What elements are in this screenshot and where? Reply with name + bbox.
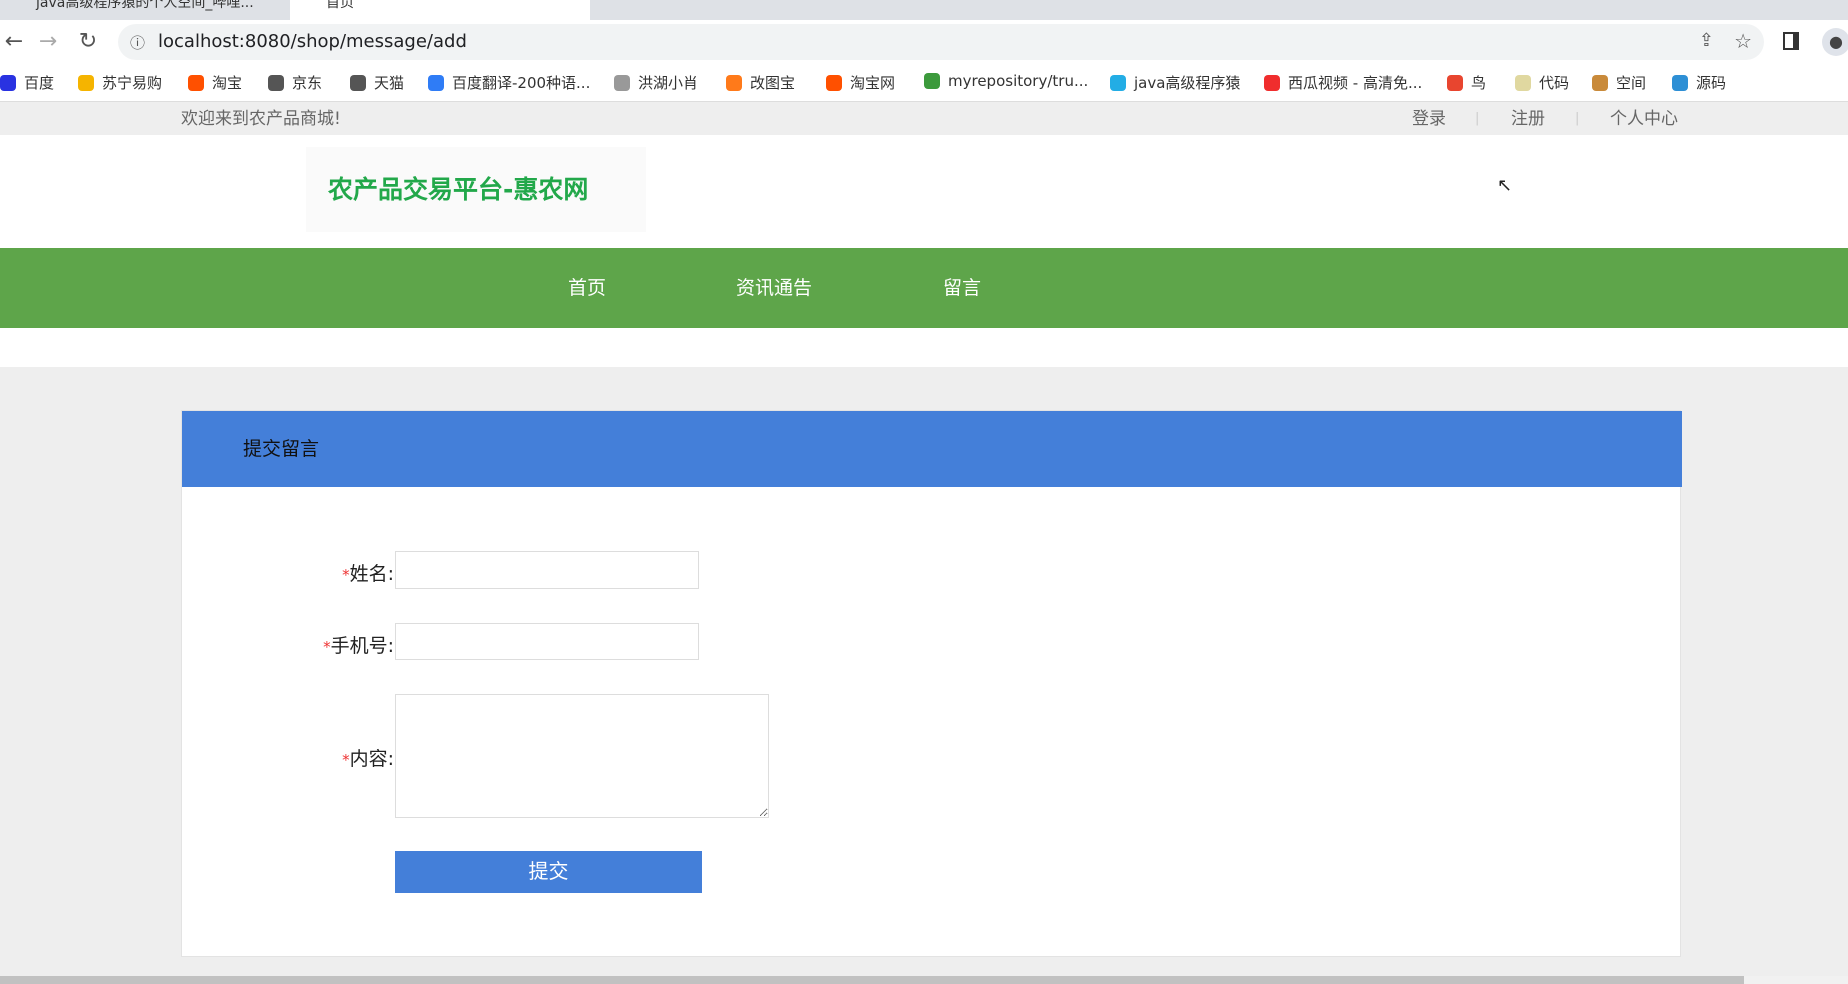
bookmark-item[interactable]: 百度翻译-200种语... <box>428 72 590 93</box>
bookmark-item[interactable]: 京东 <box>268 72 322 93</box>
bookmark-favicon-icon <box>924 73 940 89</box>
side-panel-icon[interactable] <box>1783 32 1799 50</box>
bookmark-label: 源码 <box>1696 74 1727 92</box>
separator: | <box>1475 111 1480 126</box>
site-header: 农产品交易平台-惠农网 ↖ <box>0 135 1848 248</box>
required-mark: * <box>323 638 331 656</box>
bookmark-label: 洪湖小肖 <box>638 74 699 92</box>
bookmark-favicon-icon <box>78 74 94 91</box>
bookmark-label: 苏宁易购 <box>102 74 163 92</box>
nav-news[interactable]: 资讯通告 <box>736 248 812 328</box>
name-label: *姓名: <box>342 563 394 585</box>
bookmark-favicon-icon <box>1592 74 1608 91</box>
bookmark-item[interactable]: 苏宁易购 <box>78 72 162 93</box>
bookmark-item[interactable]: 鸟 <box>1447 72 1486 93</box>
bookmark-item[interactable]: 百度 <box>0 72 54 93</box>
bookmark-item[interactable]: java高级程序猿 <box>1110 72 1240 93</box>
bookmark-label: 淘宝网 <box>850 74 896 92</box>
bookmark-label: myrepository/tru... <box>948 72 1089 90</box>
url-text[interactable]: localhost:8080/shop/message/add <box>158 24 467 60</box>
bookmark-favicon-icon <box>350 74 366 91</box>
bookmark-item[interactable]: myrepository/tru... <box>924 72 1088 90</box>
bookmark-label: 百度 <box>24 74 55 92</box>
bookmark-favicon-icon <box>614 74 630 91</box>
login-link[interactable]: 登录 <box>1412 103 1446 135</box>
star-icon[interactable]: ☆ <box>1734 29 1752 53</box>
message-panel: 提交留言 *姓名: *手机号: *内容: 提交 <box>181 410 1682 957</box>
horizontal-scrollbar[interactable] <box>0 976 1848 984</box>
content-textarea[interactable] <box>395 694 769 818</box>
tab-bilibili[interactable]: java高级程序猿的个人空间_哔哩... <box>0 0 288 20</box>
bookmark-item[interactable]: 天猫 <box>350 72 404 93</box>
bookmark-item[interactable]: 淘宝网 <box>826 72 895 93</box>
site-logo[interactable]: 农产品交易平台-惠农网 <box>306 147 646 232</box>
bookmark-label: java高级程序猿 <box>1134 74 1241 92</box>
browser-toolbar: ← → ↻ ⓘ localhost:8080/shop/message/add … <box>0 20 1848 64</box>
bookmark-item[interactable]: 西瓜视频 - 高清免... <box>1264 72 1422 93</box>
info-icon[interactable]: ⓘ <box>130 32 145 53</box>
bookmark-favicon-icon <box>1672 74 1688 91</box>
bookmark-label: 百度翻译-200种语... <box>452 74 591 92</box>
bookmark-favicon-icon <box>268 74 284 91</box>
separator: | <box>1575 111 1580 126</box>
mouse-cursor-icon: ↖ <box>1497 175 1513 196</box>
reload-icon[interactable]: ↻ <box>74 28 102 56</box>
bookmark-favicon-icon <box>428 74 444 91</box>
bookmark-favicon-icon <box>1264 74 1280 91</box>
bookmark-favicon-icon <box>1447 74 1463 91</box>
top-bar: 欢迎来到农产品商城! 登录 | 注册 | 个人中心 <box>0 103 1848 135</box>
bookmark-label: 西瓜视频 - 高清免... <box>1288 74 1423 92</box>
bookmark-item[interactable]: 代码 <box>1515 72 1569 93</box>
bookmark-label: 鸟 <box>1471 74 1487 92</box>
bookmark-item[interactable]: 洪湖小肖 <box>614 72 698 93</box>
content-label: *内容: <box>342 748 394 770</box>
bookmark-item[interactable]: 淘宝 <box>188 72 242 93</box>
bookmark-favicon-icon <box>188 74 204 91</box>
bookmark-favicon-icon <box>826 74 842 91</box>
bookmark-label: 天猫 <box>374 74 405 92</box>
tab-strip: java高级程序猿的个人空间_哔哩... 首页 <box>0 0 1848 20</box>
panel-title: 提交留言 <box>182 411 1682 487</box>
share-icon[interactable]: ⇪ <box>1699 30 1714 51</box>
bookmarks-bar: 百度 苏宁易购 淘宝 京东 天猫 百度翻译-200种语... 洪湖小肖 改图宝 淘宝网 myrep… <box>0 64 1848 102</box>
submit-button[interactable]: 提交 <box>395 851 702 893</box>
scrollbar-thumb[interactable] <box>0 976 1744 984</box>
address-bar[interactable]: ⓘ localhost:8080/shop/message/add ⇪ ☆ <box>118 24 1764 60</box>
required-mark: * <box>342 751 350 769</box>
bookmark-label: 改图宝 <box>750 74 796 92</box>
nav-home[interactable]: 首页 <box>568 248 606 328</box>
bookmark-item[interactable]: 源码 <box>1672 72 1726 93</box>
bookmark-favicon-icon <box>0 74 16 91</box>
bookmark-label: 淘宝 <box>212 74 243 92</box>
bookmark-favicon-icon <box>726 74 742 91</box>
forward-icon[interactable]: → <box>34 28 62 56</box>
main-nav: 首页 资讯通告 留言 <box>0 248 1848 328</box>
bookmark-favicon-icon <box>1515 74 1531 91</box>
bookmark-label: 代码 <box>1539 74 1570 92</box>
user-center-link[interactable]: 个人中心 <box>1610 103 1678 135</box>
spacer <box>0 328 1848 367</box>
register-link[interactable]: 注册 <box>1511 103 1545 135</box>
required-mark: * <box>342 566 350 584</box>
phone-label: *手机号: <box>323 635 394 657</box>
nav-message[interactable]: 留言 <box>943 248 981 328</box>
welcome-text: 欢迎来到农产品商城! <box>181 109 341 129</box>
bookmark-item[interactable]: 改图宝 <box>726 72 795 93</box>
tab-home-active[interactable]: 首页 <box>290 0 590 20</box>
bookmark-item[interactable]: 空间 <box>1592 72 1646 93</box>
profile-icon[interactable]: ● <box>1822 28 1848 56</box>
bookmark-favicon-icon <box>1110 74 1126 91</box>
back-icon[interactable]: ← <box>0 28 28 56</box>
phone-input[interactable] <box>395 623 699 660</box>
bookmark-label: 空间 <box>1616 74 1647 92</box>
name-input[interactable] <box>395 551 699 589</box>
bookmark-label: 京东 <box>292 74 323 92</box>
